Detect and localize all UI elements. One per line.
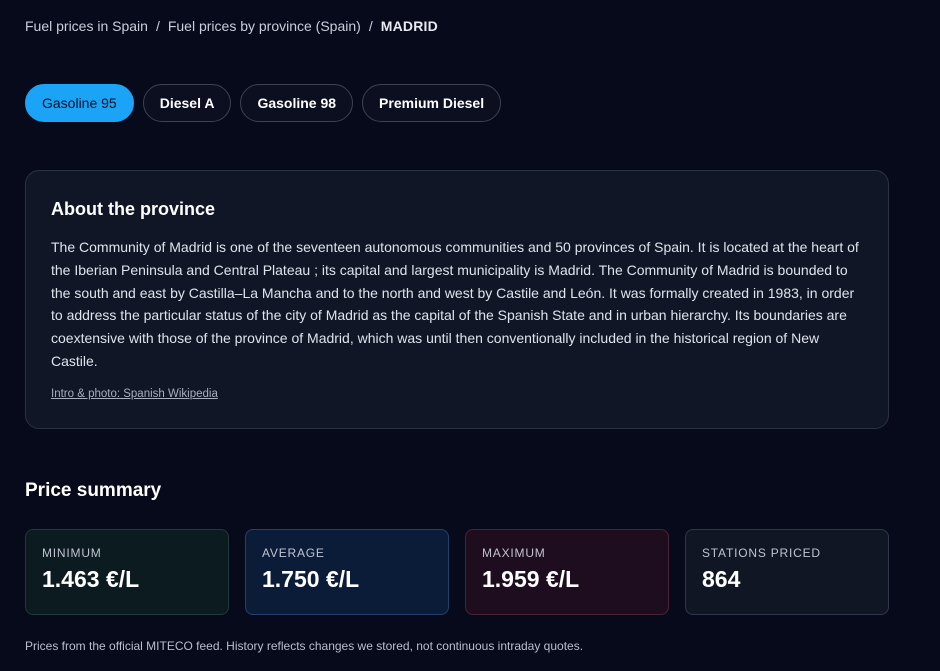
page: Fuel prices in Spain / Fuel prices by pr… [0, 0, 940, 671]
stat-stations-priced: STATIONS PRICED 864 [685, 529, 889, 615]
stat-value: 1.959 €/L [482, 566, 580, 592]
breadcrumb-link-fuel-prices-spain[interactable]: Fuel prices in Spain [25, 18, 148, 34]
breadcrumb-separator: / [368, 18, 373, 34]
fuel-type-tabs: Gasoline 95 Diesel A Gasoline 98 Premium… [25, 84, 502, 122]
stat-value: 864 [702, 566, 741, 592]
stat-maximum: MAXIMUM 1.959 €/L [465, 529, 669, 615]
data-source-footnote: Prices from the official MITECO feed. Hi… [25, 639, 584, 653]
breadcrumb-current: MADRID [380, 18, 438, 34]
stat-label: MAXIMUM [482, 546, 546, 560]
tab-label: Gasoline 98 [257, 95, 337, 111]
stat-average: AVERAGE 1.750 €/L [245, 529, 449, 615]
tab-label: Gasoline 95 [42, 95, 117, 111]
stat-minimum: MINIMUM 1.463 €/L [25, 529, 229, 615]
tab-premium-diesel[interactable]: Premium Diesel [362, 84, 502, 122]
stat-value: 1.750 €/L [262, 566, 360, 592]
stat-label: AVERAGE [262, 546, 325, 560]
about-text: The Community of Madrid is one of the se… [51, 239, 859, 369]
stat-label: STATIONS PRICED [702, 546, 821, 560]
breadcrumb-link-fuel-prices-by-province[interactable]: Fuel prices by province (Spain) [168, 18, 361, 34]
tab-label: Diesel A [159, 95, 215, 111]
stat-value: 1.463 €/L [42, 566, 140, 592]
tab-gasoline-95[interactable]: Gasoline 95 [25, 84, 134, 122]
wikipedia-credit-link[interactable]: Intro & photo: Spanish Wikipedia [51, 388, 218, 400]
about-province-card: About the province The Community of Madr… [25, 170, 889, 429]
about-title: About the province [51, 199, 216, 219]
breadcrumb-separator: / [155, 18, 160, 34]
tab-diesel-a[interactable]: Diesel A [142, 84, 232, 122]
price-summary-title: Price summary [25, 480, 162, 501]
price-summary-stats: MINIMUM 1.463 €/L AVERAGE 1.750 €/L MAXI… [25, 529, 889, 615]
tab-gasoline-98[interactable]: Gasoline 98 [240, 84, 354, 122]
breadcrumb: Fuel prices in Spain / Fuel prices by pr… [25, 18, 438, 34]
tab-label: Premium Diesel [379, 95, 485, 111]
stat-label: MINIMUM [42, 546, 102, 560]
